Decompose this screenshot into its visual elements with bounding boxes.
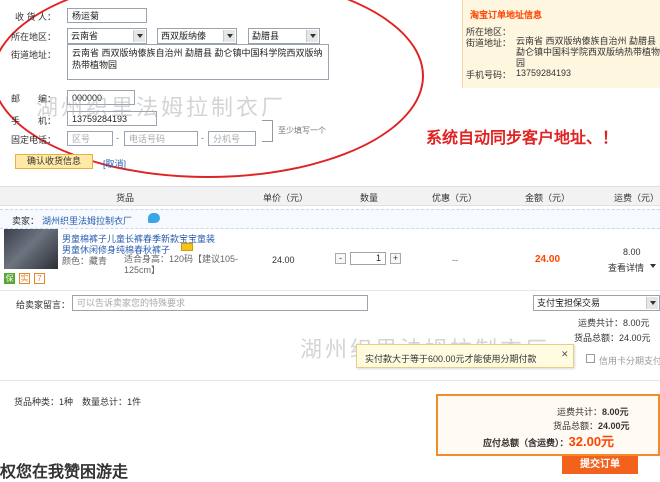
genuine-badge-icon: 实 — [19, 273, 30, 284]
receiver-label: 收 货 人： — [14, 12, 56, 22]
highlight-ellipse — [0, 0, 424, 178]
message-label: 给卖家留言： — [16, 300, 71, 310]
ext-input[interactable]: 分机号 — [208, 131, 256, 146]
summary-line: 货品种类：1种 数量总计：1件 — [14, 397, 142, 407]
col-header-unit-price: 单价（元） — [263, 193, 309, 203]
bracket — [262, 120, 273, 142]
watermark-text: 湖州织里法姆拉制衣厂 — [36, 95, 287, 120]
divider — [0, 290, 660, 291]
unit-price: 24.00 — [272, 255, 295, 265]
hint-text: 至少填写一个 — [278, 126, 326, 135]
receiver-input[interactable]: 杨运菊 — [67, 8, 147, 23]
col-header-goods: 货品 — [116, 193, 135, 203]
quantity-plus-button[interactable]: + — [390, 253, 401, 264]
amount-value: 24.00 — [535, 254, 561, 265]
street-textarea[interactable]: 云南省 西双版纳傣族自治州 勐腊县 勐仑镇中国科学院西双版纳热带植物园 — [67, 44, 329, 80]
confirm-address-button[interactable]: 确认收货信息 — [15, 154, 93, 169]
quantity-input[interactable]: 1 — [350, 252, 386, 265]
taobao-street-label: 街道地址： — [466, 38, 512, 48]
sync-annotation: 系统自动同步客户地址、！ — [426, 130, 619, 147]
taobao-mobile-label: 手机号码： — [466, 70, 512, 80]
phone-input[interactable]: 电话号码 — [124, 131, 198, 146]
cancel-link[interactable]: [取消] — [103, 157, 126, 170]
dash: - — [116, 133, 119, 143]
item-color: 颜色：藏青 — [62, 256, 108, 266]
discount-value: -- — [452, 255, 458, 265]
col-header-quantity: 数量 — [360, 193, 379, 203]
phone-label: 固定电话： — [10, 135, 56, 145]
item-size: 适合身高：120码【建议105-125cm】 — [124, 254, 239, 275]
close-icon[interactable]: ✕ — [561, 349, 569, 360]
message-input[interactable]: 可以告诉卖家您的特殊要求 — [72, 295, 368, 311]
total-shipping-line: 运费共计：8.00元 — [557, 407, 629, 417]
chevron-down-icon — [646, 297, 658, 309]
col-header-discount: 优惠（元） — [432, 193, 478, 203]
return-badge-icon: 7 — [34, 273, 45, 284]
payment-method-select[interactable]: 支付宝担保交易 — [533, 295, 660, 311]
chat-icon[interactable] — [148, 213, 160, 223]
goods-total-line: 货品总额：24.00元 — [574, 333, 651, 343]
chevron-down-icon — [133, 30, 145, 42]
details-link[interactable]: 查看详情 — [608, 261, 644, 274]
area-code-input[interactable]: 区号 — [67, 131, 113, 146]
taobao-street-value: 云南省 西双版纳傣族自治州 勐腊县 勐仑镇中国科学院西双版纳热带植物园 — [516, 36, 660, 68]
seller-label: 卖家： — [12, 216, 40, 226]
dash: - — [201, 133, 204, 143]
credit-installment-label: 信用卡分期支付 — [599, 356, 660, 366]
shipping-total-line: 运费共计：8.00元 — [578, 318, 650, 328]
chevron-down-icon — [223, 30, 235, 42]
total-pay-line: 应付总额（含运费）：32.00元 — [483, 434, 615, 449]
chevron-down-icon — [306, 30, 318, 42]
promo-icon — [181, 243, 193, 251]
province-select[interactable]: 云南省 — [67, 28, 147, 44]
quantity-minus-button[interactable]: - — [335, 253, 346, 264]
product-thumbnail[interactable] — [4, 229, 58, 269]
credit-installment-checkbox[interactable] — [586, 354, 595, 363]
col-header-amount: 金额（元） — [525, 193, 571, 203]
region-label: 所在地区： — [10, 32, 56, 42]
taobao-panel-title: 淘宝订单地址信息 — [470, 10, 543, 20]
footer-text: 权您在我赞困游走 — [0, 464, 129, 481]
prefecture-select[interactable]: 西双版纳傣 — [157, 28, 237, 44]
chevron-down-icon — [650, 264, 656, 268]
col-header-shipping: 运费（元） — [614, 193, 660, 203]
divider — [0, 380, 660, 381]
tooltip-text: 实付款大于等于600.00元才能使用分期付款 — [365, 354, 537, 364]
guarantee-badge-icon: 保 — [4, 273, 15, 284]
seller-name-link[interactable]: 湖州织里法姆拉制衣厂 — [42, 214, 132, 227]
shipping-value: 8.00 — [623, 247, 641, 257]
street-label: 街道地址： — [10, 50, 56, 60]
taobao-mobile-value: 13759284193 — [516, 68, 572, 78]
county-select[interactable]: 勐腊县 — [248, 28, 320, 44]
submit-order-button[interactable]: 提交订单 — [562, 456, 638, 474]
